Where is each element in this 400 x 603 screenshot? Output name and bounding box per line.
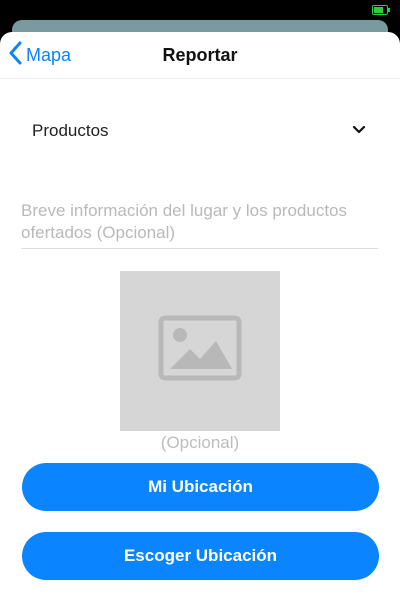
image-placeholder-icon	[158, 315, 242, 386]
chevron-down-icon	[352, 122, 366, 140]
status-bar	[0, 0, 400, 20]
category-select[interactable]: Productos	[22, 118, 378, 144]
choose-location-button[interactable]: Escoger Ubicación	[22, 532, 379, 580]
category-select-value: Productos	[32, 121, 109, 140]
description-field[interactable]	[21, 200, 378, 249]
my-location-button[interactable]: Mi Ubicación	[22, 463, 379, 511]
navigation-bar: Mapa Reportar	[0, 32, 400, 79]
battery-icon	[372, 5, 390, 15]
report-sheet: Mapa Reportar Productos (Opcional) Mi Ub…	[0, 32, 400, 603]
page-title: Reportar	[162, 45, 238, 65]
photo-picker[interactable]	[120, 271, 280, 431]
photo-optional-caption: (Opcional)	[160, 433, 240, 452]
